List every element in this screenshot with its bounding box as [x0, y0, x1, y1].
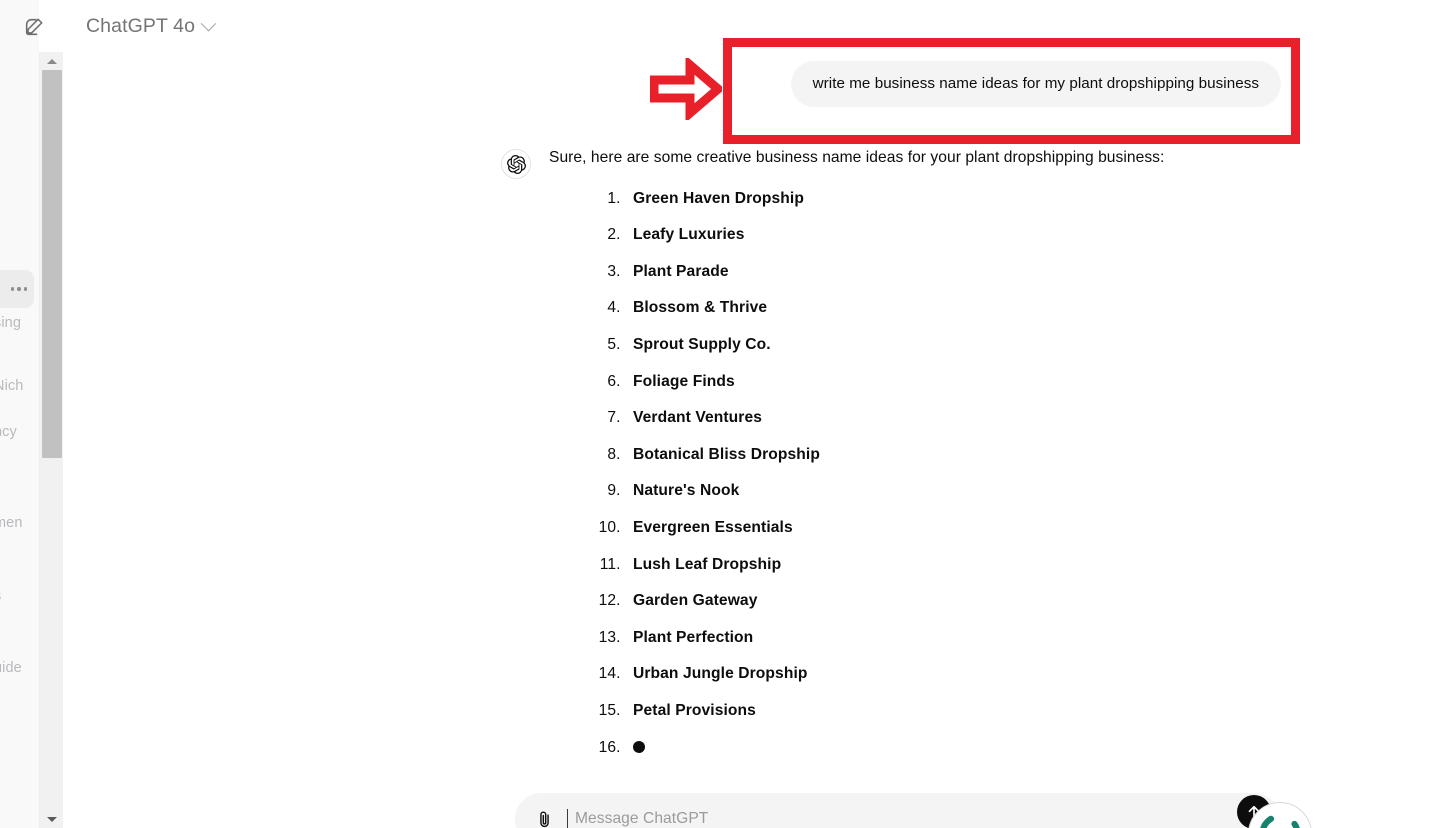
ellipsis-horizontal-icon	[10, 287, 14, 291]
sidebar-divider	[63, 0, 71, 828]
list-item: Verdant Ventures	[625, 410, 1431, 426]
caret-up-icon	[47, 58, 57, 64]
sidebar-history-item[interactable]: ncy	[0, 424, 17, 440]
business-name-list: Green Haven Dropship Leafy Luxuries Plan…	[549, 191, 1431, 756]
assistant-message-body: Sure, here are some creative business na…	[549, 147, 1431, 776]
sidebar-history-item[interactable]: Nich	[0, 378, 23, 394]
scrollbar-down-button[interactable]	[40, 810, 64, 828]
ellipsis-horizontal-icon	[17, 287, 21, 291]
caret-down-icon	[47, 816, 57, 822]
sidebar: sing Nich ncy men s uide	[0, 0, 39, 828]
message-composer[interactable]: Message ChatGPT	[515, 793, 1280, 828]
ellipsis-horizontal-icon	[23, 287, 27, 291]
list-item: Garden Gateway	[625, 593, 1431, 609]
list-item: Petal Provisions	[625, 703, 1431, 719]
sidebar-history-item[interactable]: men	[0, 515, 23, 531]
edit-square-pencil-icon	[25, 18, 43, 35]
top-bar: ChatGPT 4o	[0, 0, 1443, 52]
chevron-down-icon	[200, 15, 217, 32]
model-switcher-button[interactable]: ChatGPT 4o	[84, 11, 222, 42]
list-item: Plant Parade	[625, 264, 1431, 280]
red-right-arrow-icon	[650, 58, 722, 120]
model-name-label: ChatGPT 4o	[86, 15, 196, 37]
paperclip-icon	[539, 811, 549, 827]
list-item: Leafy Luxuries	[625, 227, 1431, 243]
new-chat-button[interactable]	[16, 10, 52, 43]
avatar	[501, 149, 531, 179]
openai-logo-icon	[506, 154, 526, 174]
user-message-row: write me business name ideas for my plan…	[761, 61, 1281, 108]
message-input-placeholder: Message ChatGPT	[575, 810, 709, 827]
text-caret	[567, 809, 569, 828]
attach-file-button[interactable]	[531, 806, 557, 828]
list-item: Evergreen Essentials	[625, 520, 1431, 536]
scrollbar-thumb[interactable]	[42, 70, 62, 458]
scrollbar-up-button[interactable]	[40, 52, 64, 70]
grammarly-logo-icon	[1259, 813, 1301, 828]
list-item: Green Haven Dropship	[625, 191, 1431, 207]
list-item: Blossom & Thrive	[625, 300, 1431, 316]
sidebar-scrollbar[interactable]	[39, 52, 63, 828]
sidebar-history-item[interactable]: s	[0, 588, 1, 604]
message-input[interactable]: Message ChatGPT	[567, 806, 1264, 828]
chatgpt-window: sing Nich ncy men s uide ChatGPT 4o	[0, 0, 1443, 828]
conversation-thread: write me business name ideas for my plan…	[71, 52, 1443, 777]
sidebar-history-item[interactable]: sing	[0, 315, 21, 331]
user-message-bubble[interactable]: write me business name ideas for my plan…	[790, 61, 1281, 108]
list-item-streaming	[625, 740, 1431, 756]
sidebar-more-options-button[interactable]	[0, 270, 34, 308]
assistant-intro-text: Sure, here are some creative business na…	[549, 149, 1165, 166]
list-item: Sprout Supply Co.	[625, 337, 1431, 353]
list-item: Nature's Nook	[625, 483, 1431, 499]
list-item: Plant Perfection	[625, 630, 1431, 646]
streaming-cursor-dot	[633, 740, 645, 753]
sidebar-history-item[interactable]: uide	[0, 660, 22, 676]
list-item: Lush Leaf Dropship	[625, 556, 1431, 573]
list-item: Foliage Finds	[625, 373, 1431, 390]
list-item: Urban Jungle Dropship	[625, 666, 1431, 682]
assistant-message-row: Sure, here are some creative business na…	[501, 147, 1431, 776]
list-item: Botanical Bliss Dropship	[625, 447, 1431, 463]
